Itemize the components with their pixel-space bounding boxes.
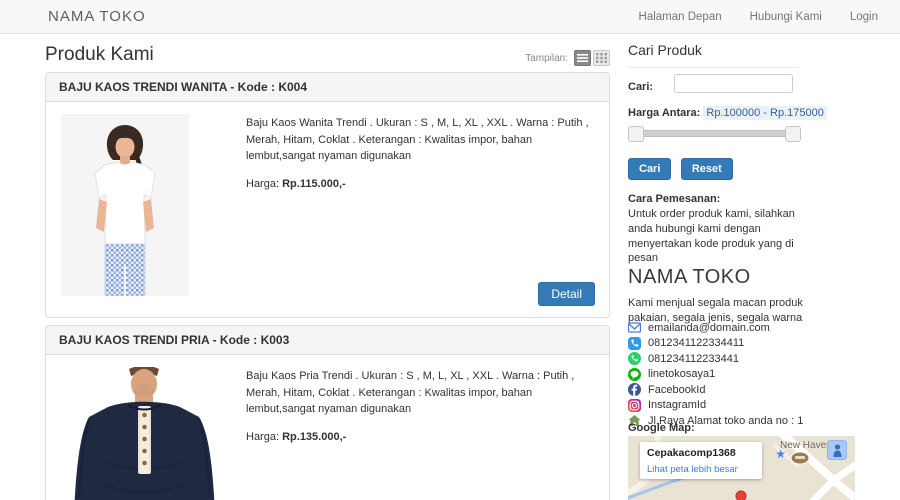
price-label: Harga:: [246, 178, 279, 190]
list-view-button[interactable]: [574, 50, 591, 66]
grid-view-button[interactable]: [593, 50, 610, 66]
map-place-label: New Haven: [780, 440, 832, 451]
product-image-man-henley[interactable]: [56, 367, 234, 500]
page-title: Produk Kami: [45, 44, 154, 66]
detail-button[interactable]: Detail: [538, 282, 595, 306]
contact-email[interactable]: emailanda@domain.com: [628, 321, 803, 334]
slider-handle-max[interactable]: [785, 126, 801, 142]
price-range-row: Harga Antara: Rp.100000 - Rp.175000: [628, 107, 827, 119]
price-label: Harga:: [246, 431, 279, 443]
view-toggle: Tampilan:: [525, 50, 610, 66]
search-field-label: Cari:: [628, 81, 653, 93]
reset-button[interactable]: Reset: [681, 158, 733, 180]
search-section-title: Cari Produk: [628, 42, 798, 68]
contact-list: emailanda@domain.com 0812341122334411 08…: [628, 321, 803, 430]
price-value: Rp.135.000,-: [282, 431, 346, 443]
map-card-title: Cepakacomp1368: [647, 447, 755, 459]
product-panel-k003: BAJU KAOS TRENDI PRIA - Kode : K003: [45, 325, 610, 500]
phone-icon: [628, 337, 641, 350]
search-buttons: Cari Reset: [628, 158, 738, 180]
cari-button[interactable]: Cari: [628, 158, 671, 180]
grid-view-icon: [596, 53, 607, 63]
contact-whatsapp[interactable]: 081234112233441: [628, 352, 803, 365]
product-price-line: Harga: Rp.135.000,-: [246, 429, 601, 446]
product-description-text: Baju Kaos Pria Trendi . Ukuran : S , M, …: [246, 368, 601, 418]
product-description: Baju Kaos Pria Trendi . Ukuran : S , M, …: [246, 368, 601, 445]
map-larger-link[interactable]: Lihat peta lebih besar: [647, 464, 738, 475]
product-description: Baju Kaos Wanita Trendi . Ukuran : S , M…: [246, 115, 601, 192]
order-info: Cara Pemesanan: Untuk order produk kami,…: [628, 192, 813, 266]
pegman-control[interactable]: [827, 440, 847, 460]
map-info-card: Cepakacomp1368 Lihat peta lebih besar ★: [640, 442, 762, 479]
search-field-row: Cari:: [628, 77, 653, 95]
map-star-icon[interactable]: ★: [775, 447, 786, 461]
email-icon: [628, 321, 641, 334]
google-map-embed[interactable]: New Haven Cepakacomp1368 Lihat peta lebi…: [628, 436, 855, 500]
pegman-icon: [832, 444, 843, 457]
whatsapp-icon: [628, 352, 641, 365]
product-panel-k004: BAJU KAOS TRENDI WANITA - Kode : K004: [45, 72, 610, 318]
price-range-value: Rp.100000 - Rp.175000: [703, 106, 826, 120]
product-title: BAJU KAOS TRENDI PRIA - Kode : K003: [46, 326, 609, 355]
product-description-text: Baju Kaos Wanita Trendi . Ukuran : S , M…: [246, 115, 601, 165]
view-toggle-label: Tampilan:: [525, 53, 568, 64]
search-input[interactable]: [674, 74, 793, 93]
page: NAMA TOKO Halaman Depan Hubungi Kami Log…: [0, 0, 900, 500]
contact-line[interactable]: linetokosaya1: [628, 368, 803, 381]
product-title: BAJU KAOS TRENDI WANITA - Kode : K004: [46, 73, 609, 102]
price-range-label: Harga Antara:: [628, 107, 700, 119]
nav-login[interactable]: Login: [850, 11, 878, 23]
facebook-icon: [628, 383, 641, 396]
product-body: Baju Kaos Pria Trendi . Ukuran : S , M, …: [46, 355, 609, 500]
list-view-icon: [577, 53, 588, 63]
nav-hubungi-kami[interactable]: Hubungi Kami: [750, 11, 822, 23]
product-price-line: Harga: Rp.115.000,-: [246, 176, 601, 193]
nav-links: Halaman Depan Hubungi Kami Login: [611, 11, 878, 23]
google-map-label: Google Map:: [628, 422, 695, 434]
product-image-woman-tshirt[interactable]: [61, 114, 189, 301]
sidebar: Cari Produk Cari: Harga Antara: Rp.10000…: [628, 34, 868, 500]
page-header: Produk Kami Tampilan:: [45, 40, 610, 74]
brand-title: NAMA TOKO: [48, 8, 146, 25]
price-value: Rp.115.000,-: [282, 178, 346, 190]
order-info-text: Untuk order produk kami, silahkan anda h…: [628, 207, 813, 266]
store-name-heading: NAMA TOKO: [628, 266, 751, 289]
contact-facebook[interactable]: FacebookId: [628, 383, 803, 396]
slider-handle-min[interactable]: [628, 126, 644, 142]
navbar: NAMA TOKO Halaman Depan Hubungi Kami Log…: [0, 0, 900, 34]
nav-halaman-depan[interactable]: Halaman Depan: [639, 11, 722, 23]
instagram-icon: [628, 399, 641, 412]
order-info-title: Cara Pemesanan:: [628, 192, 813, 207]
contact-phone[interactable]: 0812341122334411: [628, 337, 803, 350]
line-icon: [628, 368, 641, 381]
contact-instagram[interactable]: InstagramId: [628, 399, 803, 412]
main-content: Produk Kami Tampilan:: [45, 34, 610, 74]
product-body: Baju Kaos Wanita Trendi . Ukuran : S , M…: [46, 102, 609, 319]
price-range-slider[interactable]: [628, 130, 801, 137]
